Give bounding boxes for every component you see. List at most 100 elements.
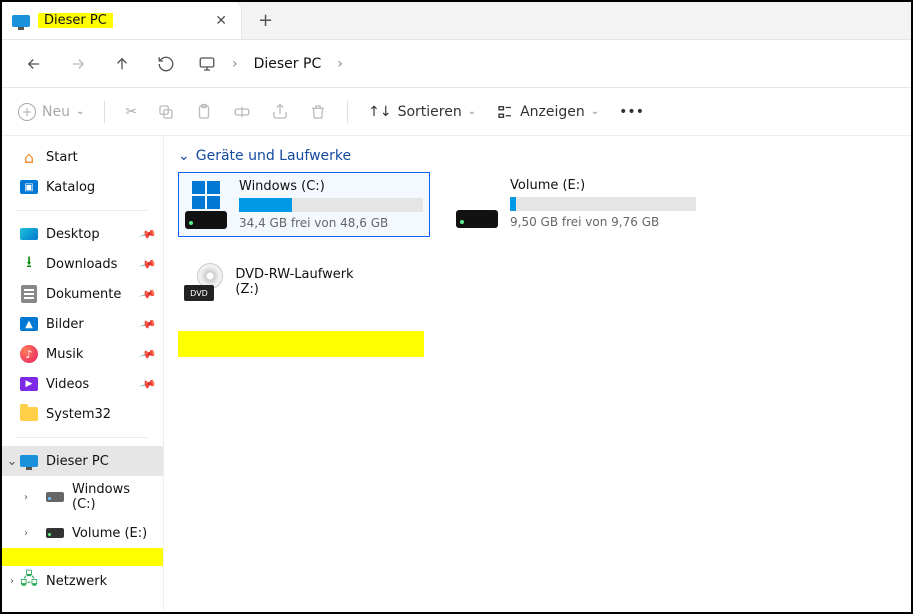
- paste-button[interactable]: [195, 103, 213, 121]
- rename-button[interactable]: [233, 103, 251, 121]
- dvd-badge: DVD: [184, 285, 214, 301]
- chevron-right-icon[interactable]: ›: [6, 576, 18, 587]
- tab-title: Dieser PC: [38, 13, 113, 28]
- drive-label: Windows (C:): [239, 179, 423, 194]
- sidebar-item-label: Downloads: [46, 257, 117, 272]
- forward-button[interactable]: [66, 52, 90, 76]
- tab-bar: Dieser PC ✕ +: [2, 2, 911, 40]
- sidebar-item-label: Desktop: [46, 227, 100, 242]
- image-icon: ▲: [20, 315, 38, 333]
- section-devices-drives[interactable]: ⌄ Geräte und Laufwerke: [178, 148, 897, 164]
- dvd-icon: DVD: [184, 263, 223, 301]
- windows-logo-icon: [192, 181, 220, 209]
- separator: [16, 437, 149, 438]
- sidebar-item-drive-c[interactable]: › Windows (C:): [2, 476, 163, 518]
- breadcrumb-location[interactable]: Dieser PC: [254, 56, 322, 72]
- sort-button[interactable]: ↑↓ Sortieren ⌄: [368, 104, 476, 120]
- new-button[interactable]: + Neu ⌄: [18, 103, 84, 121]
- monitor-icon: [12, 12, 30, 30]
- up-button[interactable]: [110, 52, 134, 76]
- delete-button[interactable]: [309, 103, 327, 121]
- desktop-icon: [20, 225, 38, 243]
- sidebar-item-label: Musik: [46, 347, 83, 362]
- nav-bar: › Dieser PC ›: [2, 40, 911, 88]
- copy-button[interactable]: [157, 103, 175, 121]
- cut-icon: ✂: [125, 104, 137, 120]
- chevron-down-icon[interactable]: ⌄: [6, 454, 18, 469]
- highlight-redaction: [178, 331, 424, 357]
- section-title: Geräte und Laufwerke: [196, 148, 351, 164]
- pin-icon: 📌: [139, 375, 157, 393]
- video-icon: ▶: [20, 375, 38, 393]
- sidebar-item-katalog[interactable]: ▣ Katalog: [2, 172, 163, 202]
- close-icon[interactable]: ✕: [215, 13, 227, 29]
- breadcrumb[interactable]: › Dieser PC ›: [198, 55, 343, 73]
- drive-dvd-z[interactable]: DVD DVD-RW-Laufwerk (Z:): [178, 257, 378, 307]
- chevron-right-icon: ›: [337, 56, 343, 72]
- gallery-icon: ▣: [20, 178, 38, 196]
- chevron-right-icon[interactable]: ›: [20, 492, 32, 503]
- document-icon: [20, 285, 38, 303]
- more-button[interactable]: •••: [619, 104, 644, 120]
- sidebar-item-label: Dieser PC: [46, 454, 109, 469]
- pin-icon: 📌: [139, 315, 157, 333]
- monitor-icon: [198, 55, 216, 73]
- storage-bar: [510, 197, 696, 211]
- drive-icon: [185, 179, 227, 230]
- sidebar-item-musik[interactable]: ♪ Musik 📌: [2, 339, 163, 369]
- sidebar-item-desktop[interactable]: Desktop 📌: [2, 219, 163, 249]
- download-icon: ⭳: [20, 255, 38, 273]
- sidebar-item-downloads[interactable]: ⭳ Downloads 📌: [2, 249, 163, 279]
- sidebar-item-bilder[interactable]: ▲ Bilder 📌: [2, 309, 163, 339]
- drive-icon: [46, 524, 64, 542]
- sidebar-item-label: Start: [46, 150, 78, 165]
- new-tab-button[interactable]: +: [242, 10, 289, 31]
- sidebar-item-this-pc[interactable]: ⌄ Dieser PC: [2, 446, 163, 476]
- sidebar-item-label: System32: [46, 407, 111, 422]
- toolbar: + Neu ⌄ ✂ ↑↓ Sortieren ⌄ Anzeigen ⌄ •••: [2, 88, 911, 136]
- pin-icon: 📌: [139, 285, 157, 303]
- storage-text: 34,4 GB frei von 48,6 GB: [239, 216, 423, 230]
- sidebar-item-dokumente[interactable]: Dokumente 📌: [2, 279, 163, 309]
- sidebar-item-label: Volume (E:): [72, 526, 147, 541]
- sort-icon: ↑↓: [368, 104, 391, 120]
- drive-label: Volume (E:): [510, 178, 696, 193]
- sidebar-item-network[interactable]: › 🖧 Netzwerk: [2, 566, 163, 596]
- drive-volume-e[interactable]: Volume (E:) 9,50 GB frei von 9,76 GB: [450, 172, 702, 237]
- pin-icon: 📌: [139, 225, 157, 243]
- rename-icon: [233, 103, 251, 121]
- sidebar-item-label: Videos: [46, 377, 89, 392]
- plus-icon: +: [18, 103, 36, 121]
- sidebar-item-label: Netzwerk: [46, 574, 107, 589]
- cut-button[interactable]: ✂: [125, 104, 137, 120]
- sidebar-item-label: Bilder: [46, 317, 84, 332]
- monitor-icon: [20, 452, 38, 470]
- sidebar-item-system32[interactable]: System32: [2, 399, 163, 429]
- sidebar-item-start[interactable]: ⌂ Start: [2, 142, 163, 172]
- refresh-button[interactable]: [154, 52, 178, 76]
- chevron-down-icon: ⌄: [76, 106, 84, 117]
- drive-windows-c[interactable]: Windows (C:) 34,4 GB frei von 48,6 GB: [178, 172, 430, 237]
- chevron-down-icon: ⌄: [468, 106, 476, 117]
- pin-icon: 📌: [139, 255, 157, 273]
- separator: [347, 101, 348, 123]
- tab-this-pc[interactable]: Dieser PC ✕: [2, 2, 242, 39]
- drive-list: Windows (C:) 34,4 GB frei von 48,6 GB Vo…: [178, 172, 897, 307]
- share-icon: [271, 103, 289, 121]
- paste-icon: [195, 103, 213, 121]
- drive-label: DVD-RW-Laufwerk (Z:): [235, 267, 372, 297]
- music-icon: ♪: [20, 345, 38, 363]
- share-button[interactable]: [271, 103, 289, 121]
- sidebar-item-videos[interactable]: ▶ Videos 📌: [2, 369, 163, 399]
- more-icon: •••: [619, 104, 644, 120]
- view-label: Anzeigen: [520, 104, 585, 120]
- sidebar-highlight-redaction: [2, 548, 163, 566]
- sidebar-item-label: Katalog: [46, 180, 95, 195]
- chevron-right-icon[interactable]: ›: [20, 528, 32, 539]
- drive-icon: [46, 488, 64, 506]
- chevron-down-icon: ⌄: [591, 106, 599, 117]
- view-button[interactable]: Anzeigen ⌄: [496, 103, 599, 121]
- back-button[interactable]: [22, 52, 46, 76]
- storage-bar: [239, 198, 423, 212]
- sidebar-item-drive-e[interactable]: › Volume (E:): [2, 518, 163, 548]
